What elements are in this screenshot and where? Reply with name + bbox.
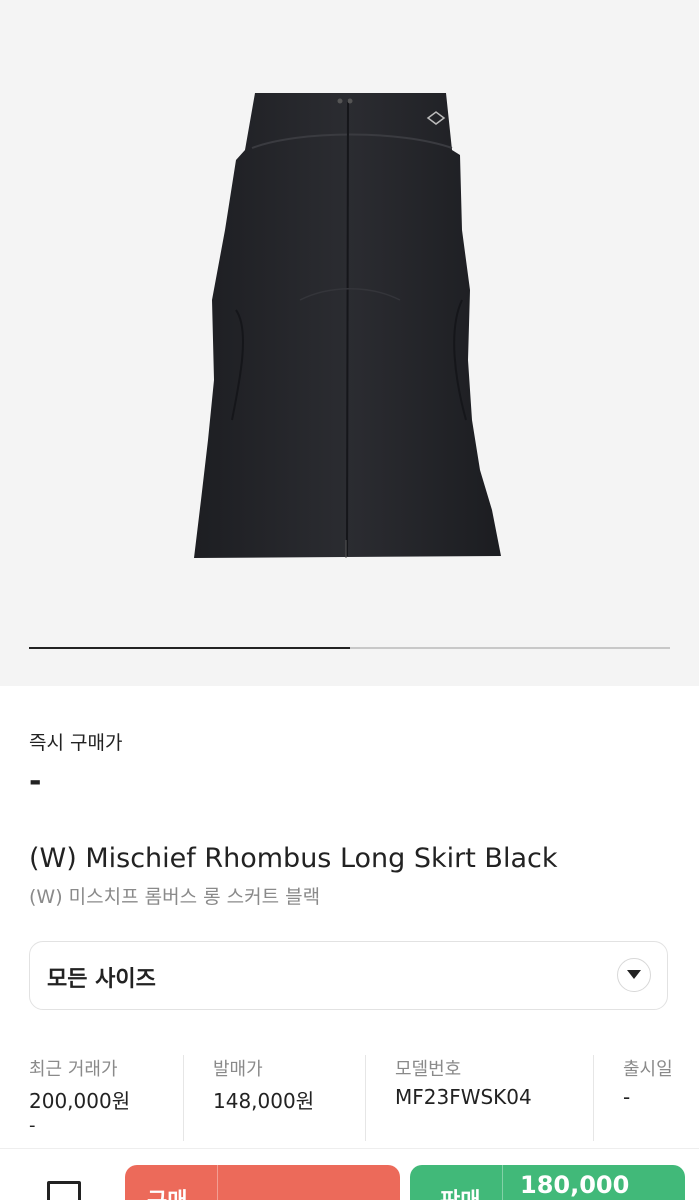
instant-buy-price-label: 즉시 구매가 bbox=[29, 732, 123, 754]
info-divider bbox=[593, 1055, 594, 1141]
instant-buy-price-value: - bbox=[29, 764, 42, 799]
product-title-korean: (W) 미스치프 롬버스 롱 스커트 블랙 bbox=[29, 886, 321, 908]
size-select-label: 모든 사이즈 bbox=[47, 967, 156, 992]
recent-trade-price-value: 200,000원 bbox=[29, 1089, 131, 1113]
release-price-label: 발매가 bbox=[213, 1059, 263, 1080]
buy-button-label: 구매 bbox=[147, 1183, 187, 1200]
product-title-english: (W) Mischief Rhombus Long Skirt Black bbox=[29, 843, 558, 874]
model-number-label: 모델번호 bbox=[395, 1059, 462, 1080]
sell-button-label: 판매 bbox=[440, 1183, 480, 1200]
sell-button[interactable]: 판매 180,000 bbox=[410, 1165, 685, 1200]
buy-button[interactable]: 구매 bbox=[125, 1165, 400, 1200]
sell-button-divider bbox=[502, 1165, 503, 1200]
gallery-progress-fill bbox=[29, 647, 350, 649]
buy-button-divider bbox=[217, 1165, 218, 1200]
product-detail-page: 즉시 구매가 - (W) Mischief Rhombus Long Skirt… bbox=[0, 0, 699, 1200]
chevron-down-icon bbox=[617, 958, 651, 992]
info-divider bbox=[365, 1055, 366, 1141]
product-image bbox=[194, 93, 501, 558]
info-divider bbox=[183, 1055, 184, 1141]
product-info-row: 최근 거래가 200,000원 - 발매가 148,000원 모델번호 MF23… bbox=[0, 1053, 699, 1141]
product-image-gallery[interactable] bbox=[0, 0, 699, 686]
release-price-value: 148,000원 bbox=[213, 1089, 315, 1113]
release-date-label: 출시일 bbox=[623, 1059, 673, 1080]
size-select[interactable]: 모든 사이즈 bbox=[29, 941, 668, 1010]
model-number-value: MF23FWSK04 bbox=[395, 1085, 532, 1109]
recent-trade-price-change: - bbox=[29, 1115, 36, 1136]
sell-button-price: 180,000 bbox=[520, 1171, 630, 1199]
gallery-progress-track bbox=[29, 647, 670, 649]
bottom-action-bar: 구매 판매 180,000 bbox=[0, 1148, 699, 1200]
bookmark-icon[interactable] bbox=[47, 1181, 81, 1200]
release-date-value: - bbox=[623, 1085, 631, 1109]
recent-trade-price-label: 최근 거래가 bbox=[29, 1059, 118, 1080]
